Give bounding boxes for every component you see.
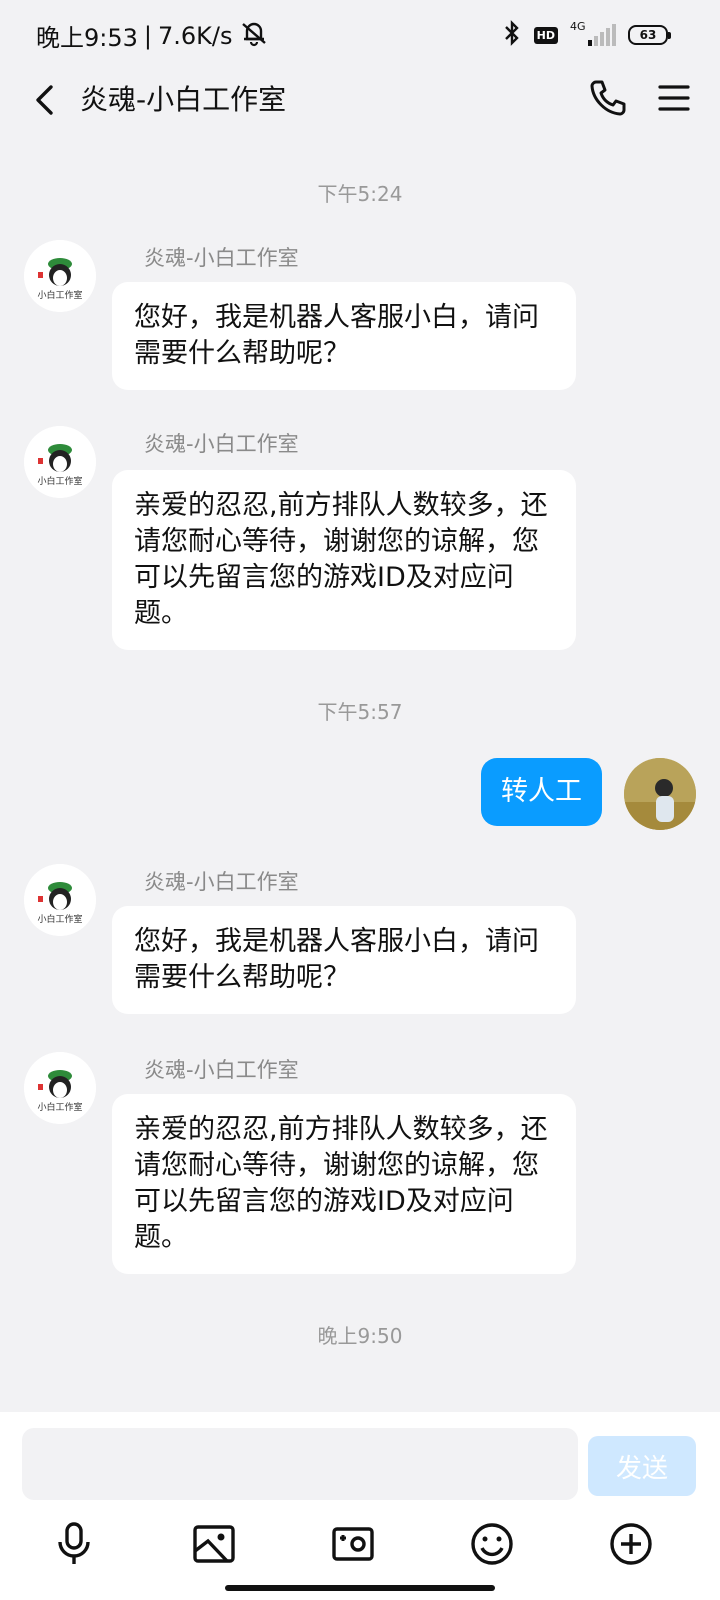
avatar-caption: 小白工作室 <box>37 913 82 925</box>
status-left: 晚上9:53 | 7.6K/s <box>36 18 269 53</box>
chevron-left-icon <box>36 85 53 115</box>
voice-button[interactable] <box>46 1516 102 1572</box>
avatar-caption: 小白工作室 <box>37 289 82 301</box>
message-bubble[interactable]: 亲爱的忍忍,前方排队人数较多，还请您耐心等待，谢谢您的谅解，您可以先留言您的游戏… <box>112 1094 576 1274</box>
camera-icon <box>332 1527 374 1561</box>
sender-name: 炎魂-小白工作室 <box>144 1058 299 1082</box>
send-button[interactable]: 发送 <box>588 1436 696 1496</box>
timestamp: 下午5:24 <box>317 182 403 206</box>
menu-button[interactable] <box>652 76 696 120</box>
home-indicator[interactable] <box>225 1585 495 1591</box>
agent-avatar[interactable]: 小白工作室 <box>24 426 96 498</box>
chat-title: 炎魂-小白工作室 <box>80 83 287 116</box>
timestamp: 晚上9:50 <box>317 1324 403 1348</box>
phone-icon <box>590 80 626 116</box>
panda-logo-icon: 小白工作室 <box>24 240 96 312</box>
battery-icon: 63 <box>628 25 671 45</box>
timestamp: 下午5:57 <box>317 700 403 724</box>
emoji-button[interactable] <box>464 1516 520 1572</box>
network-type: 4G <box>570 20 586 33</box>
chat-header: 炎魂-小白工作室 <box>0 70 720 130</box>
agent-avatar[interactable]: 小白工作室 <box>24 240 96 312</box>
plus-circle-icon <box>610 1523 652 1565</box>
user-avatar[interactable] <box>624 758 696 830</box>
sender-name: 炎魂-小白工作室 <box>144 246 299 270</box>
message-bubble[interactable]: 亲爱的忍忍,前方排队人数较多，还请您耐心等待，谢谢您的谅解，您可以先留言您的游戏… <box>112 470 576 650</box>
status-bar: 晚上9:53 | 7.6K/s HD 4G 63 <box>0 0 720 70</box>
sender-name: 炎魂-小白工作室 <box>144 432 299 456</box>
sender-name: 炎魂-小白工作室 <box>144 870 299 894</box>
avatar-caption: 小白工作室 <box>37 475 82 487</box>
status-divider: | <box>143 21 152 50</box>
image-button[interactable] <box>186 1516 242 1572</box>
message-list[interactable]: 下午5:24 小白工作室 炎魂-小白工作室 您好，我是机器人客服小白，请问需要什… <box>0 160 720 1380</box>
smiley-icon <box>471 1523 513 1565</box>
toolbar <box>0 1508 720 1580</box>
image-icon <box>193 1525 235 1563</box>
call-button[interactable] <box>586 76 630 120</box>
panda-logo-icon: 小白工作室 <box>24 1052 96 1124</box>
user-photo-icon <box>624 758 696 830</box>
message-bubble[interactable]: 您好，我是机器人客服小白，请问需要什么帮助呢？ <box>112 282 576 390</box>
my-message-bubble[interactable]: 转人工 <box>481 758 602 826</box>
panda-logo-icon: 小白工作室 <box>24 864 96 936</box>
agent-avatar[interactable]: 小白工作室 <box>24 864 96 936</box>
bluetooth-icon <box>502 20 522 50</box>
panda-logo-icon: 小白工作室 <box>24 426 96 498</box>
back-button[interactable] <box>26 80 62 120</box>
signal-icon: 4G <box>570 20 616 48</box>
hd-badge: HD <box>533 26 558 44</box>
hamburger-icon <box>658 85 690 111</box>
message-input[interactable] <box>22 1428 578 1500</box>
mute-bell-icon <box>239 19 269 53</box>
avatar-caption: 小白工作室 <box>37 1101 82 1113</box>
more-button[interactable] <box>603 1516 659 1572</box>
status-speed: 7.6K/s <box>158 21 233 50</box>
status-right: HD 4G 63 <box>502 20 671 50</box>
input-bar: 发送 <box>0 1412 720 1600</box>
message-bubble[interactable]: 您好，我是机器人客服小白，请问需要什么帮助呢？ <box>112 906 576 1014</box>
microphone-icon <box>58 1522 90 1564</box>
status-time: 晚上9:53 <box>36 24 138 52</box>
battery-level: 63 <box>639 28 657 42</box>
agent-avatar[interactable]: 小白工作室 <box>24 1052 96 1124</box>
camera-button[interactable] <box>325 1516 381 1572</box>
